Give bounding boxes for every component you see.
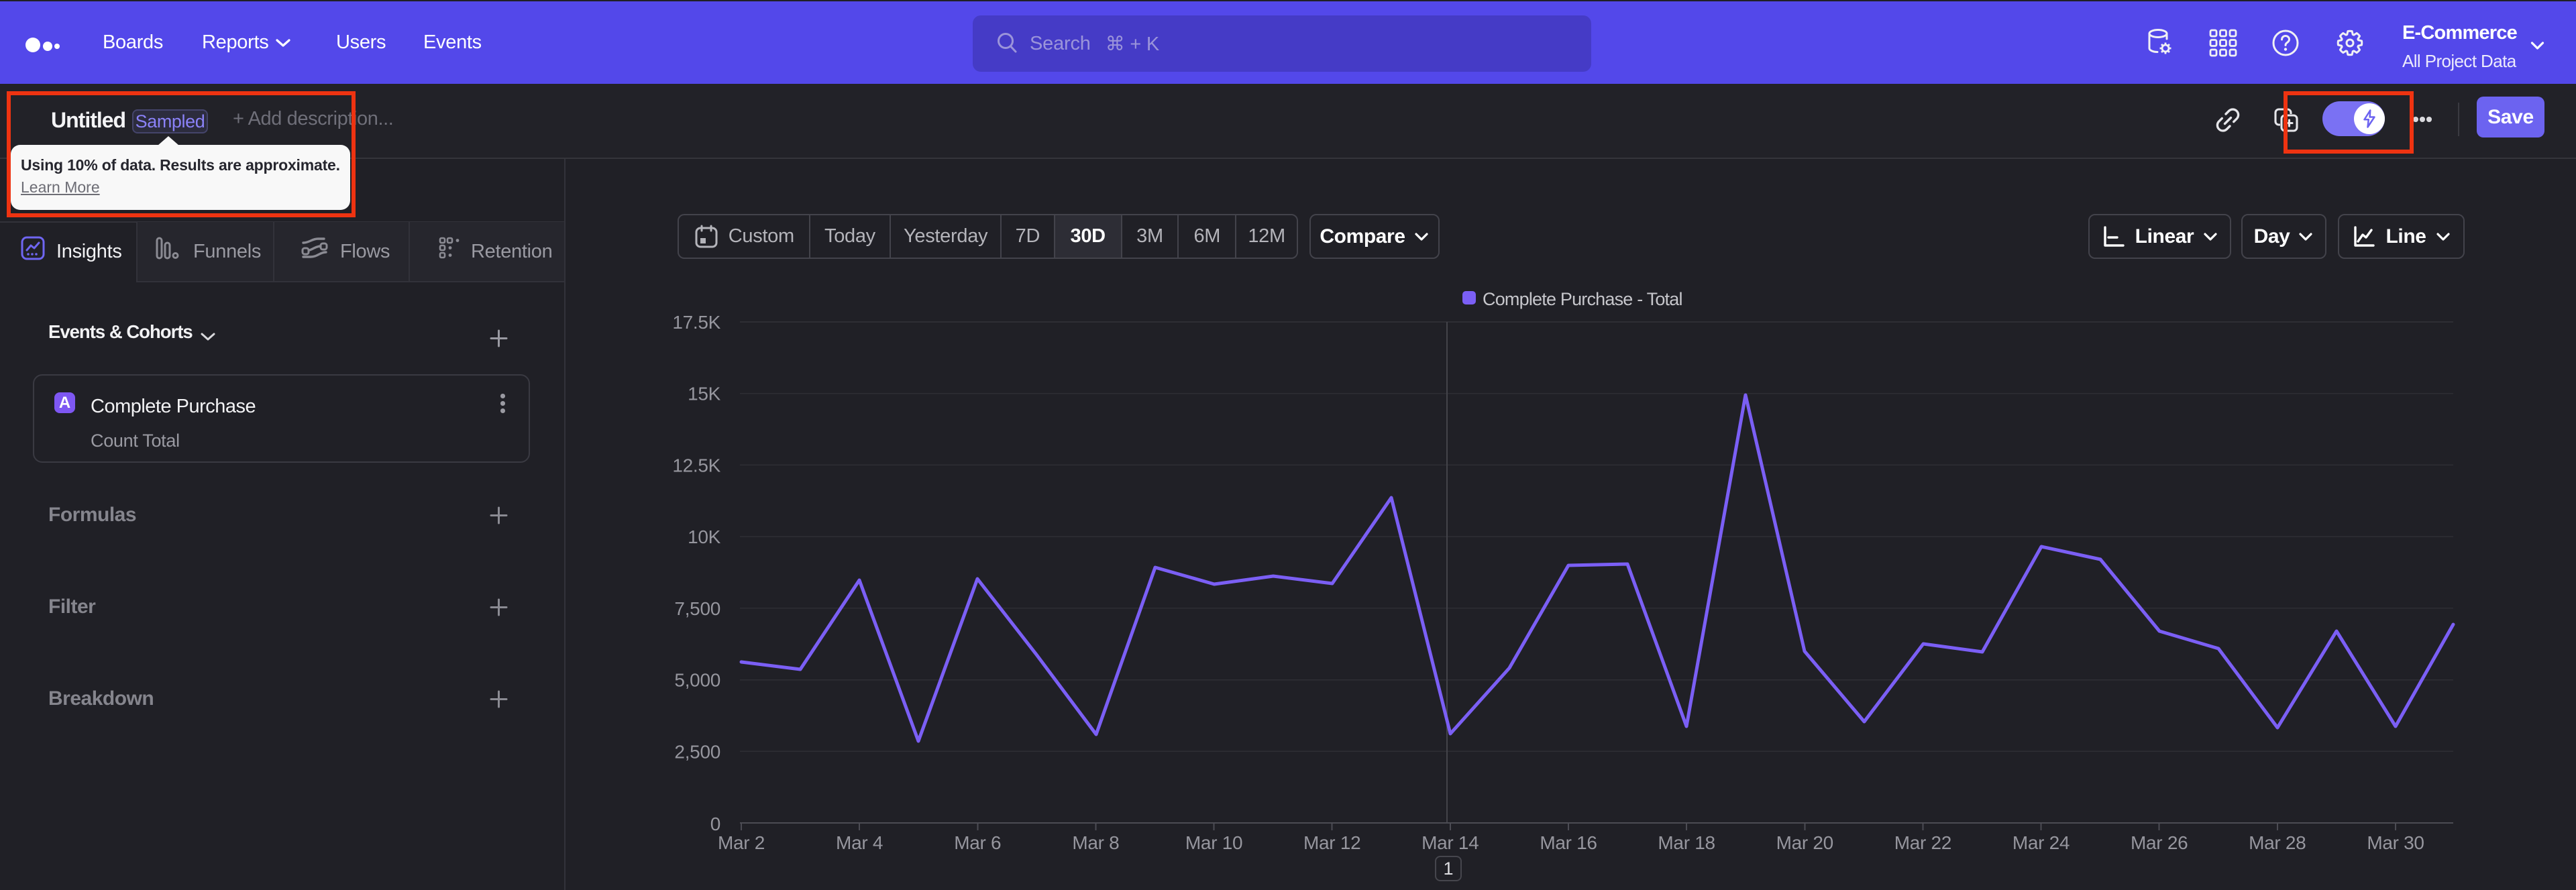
svg-text:0: 0 <box>710 814 720 834</box>
svg-text:Mar 20: Mar 20 <box>1776 832 1833 853</box>
svg-text:Mar 16: Mar 16 <box>1540 832 1597 853</box>
svg-text:Mar 30: Mar 30 <box>2367 832 2424 853</box>
svg-text:Mar 2: Mar 2 <box>718 832 765 853</box>
svg-text:17.5K: 17.5K <box>672 312 720 333</box>
svg-text:Mar 6: Mar 6 <box>954 832 1001 853</box>
svg-text:Mar 8: Mar 8 <box>1072 832 1119 853</box>
svg-text:Mar 12: Mar 12 <box>1303 832 1360 853</box>
svg-text:Mar 4: Mar 4 <box>836 832 883 853</box>
svg-text:10K: 10K <box>688 526 721 547</box>
svg-text:Mar 26: Mar 26 <box>2131 832 2188 853</box>
svg-text:2,500: 2,500 <box>674 741 720 762</box>
svg-text:7,500: 7,500 <box>674 598 720 619</box>
svg-text:Mar 22: Mar 22 <box>1894 832 1951 853</box>
svg-text:12.5K: 12.5K <box>672 455 720 476</box>
svg-text:15K: 15K <box>688 384 721 404</box>
svg-text:Mar 24: Mar 24 <box>2012 832 2070 853</box>
svg-text:5,000: 5,000 <box>674 670 720 691</box>
svg-text:Mar 18: Mar 18 <box>1658 832 1715 853</box>
svg-text:Mar 28: Mar 28 <box>2249 832 2306 853</box>
svg-text:Mar 14: Mar 14 <box>1421 832 1479 853</box>
svg-text:Mar 10: Mar 10 <box>1185 832 1242 853</box>
